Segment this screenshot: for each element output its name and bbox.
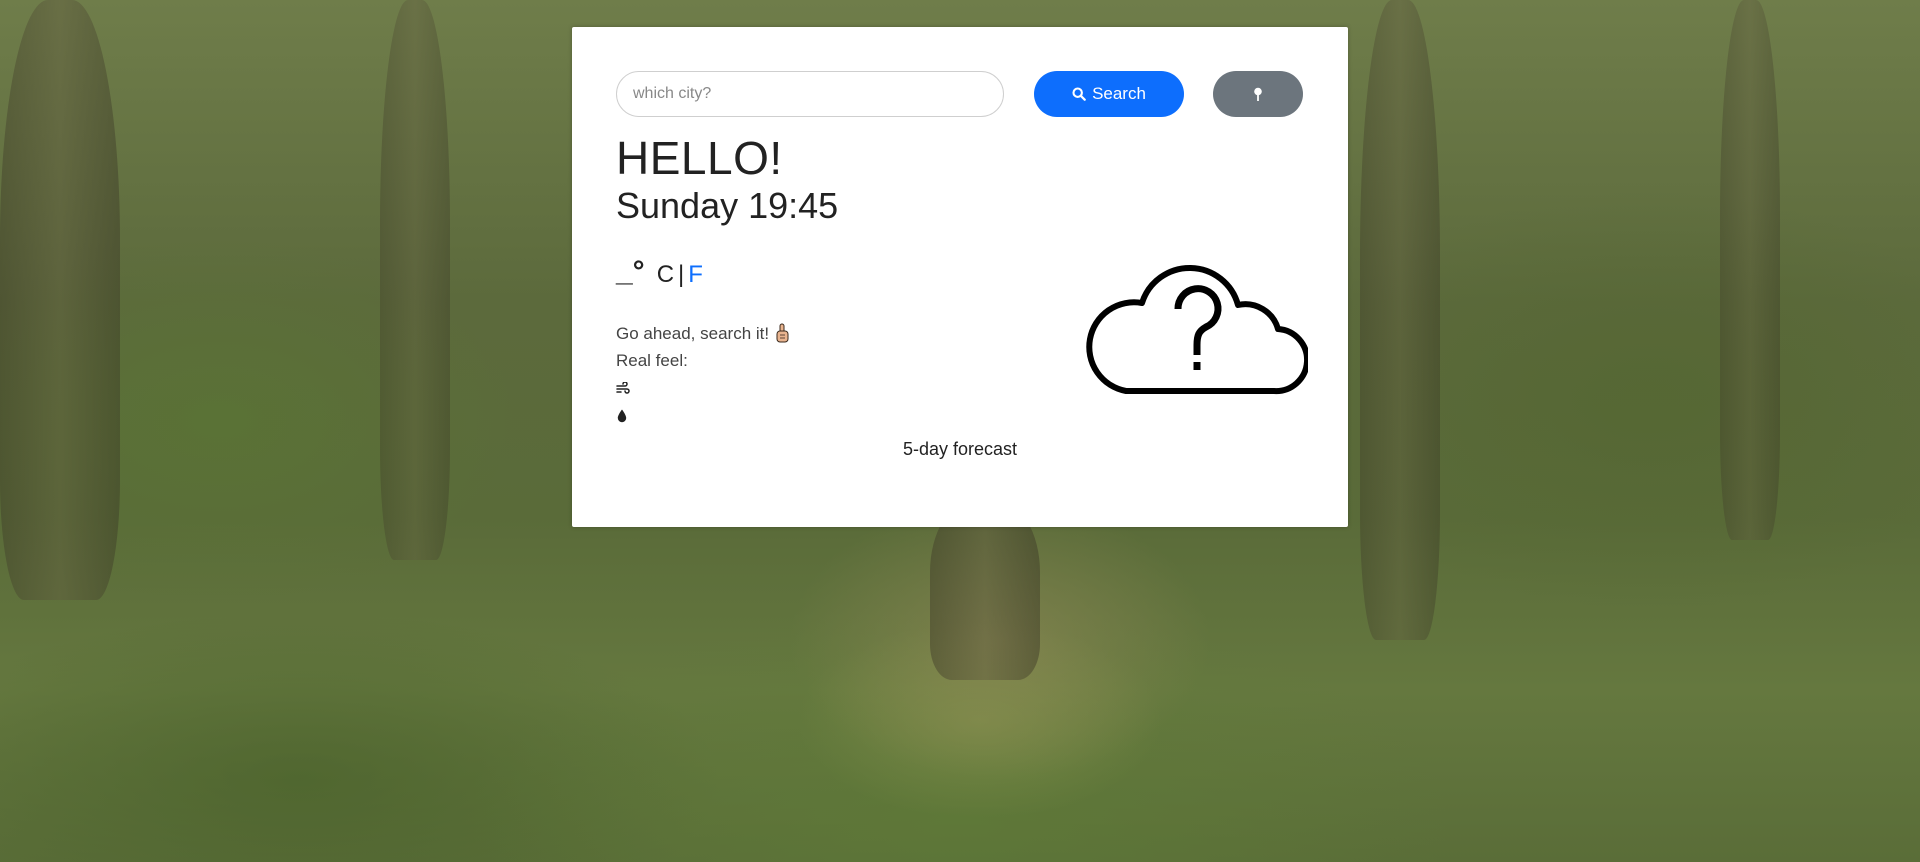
search-button-label: Search	[1092, 84, 1146, 103]
temperature-value: _°	[616, 255, 645, 288]
pointing-up-hand-icon	[776, 323, 789, 343]
greeting-heading: HELLO!	[616, 132, 783, 184]
current-location-button[interactable]	[1213, 71, 1303, 117]
weather-description: Go ahead, search it!	[616, 323, 789, 343]
unit-toggle: C | F	[657, 263, 703, 287]
five-day-forecast-link[interactable]: 5-day forecast	[572, 440, 1348, 458]
description-text: Go ahead, search it!	[616, 323, 770, 343]
weather-card: Search HELLO! Sunday 19:45 _° C | F Go a…	[572, 27, 1348, 527]
real-feel-label: Real feel:	[616, 351, 688, 370]
city-search-input[interactable]	[616, 71, 1004, 117]
search-icon	[1072, 87, 1086, 101]
unit-separator: |	[678, 261, 685, 288]
wind-icon	[616, 382, 630, 394]
tree-trunk	[1720, 0, 1780, 540]
droplet-icon	[617, 409, 627, 423]
fahrenheit-toggle[interactable]: F	[688, 263, 703, 287]
cloud-question-icon	[1086, 264, 1308, 395]
date-time: Sunday 19:45	[616, 185, 839, 226]
celsius-toggle[interactable]: C	[657, 263, 674, 287]
tree-trunk	[380, 0, 450, 560]
search-button[interactable]: Search	[1034, 71, 1184, 117]
map-pin-icon	[1254, 87, 1262, 101]
tree-trunk	[930, 500, 1040, 680]
tree-trunk	[0, 0, 120, 600]
temperature-row: _° C | F	[616, 255, 703, 287]
tree-trunk	[1360, 0, 1440, 640]
